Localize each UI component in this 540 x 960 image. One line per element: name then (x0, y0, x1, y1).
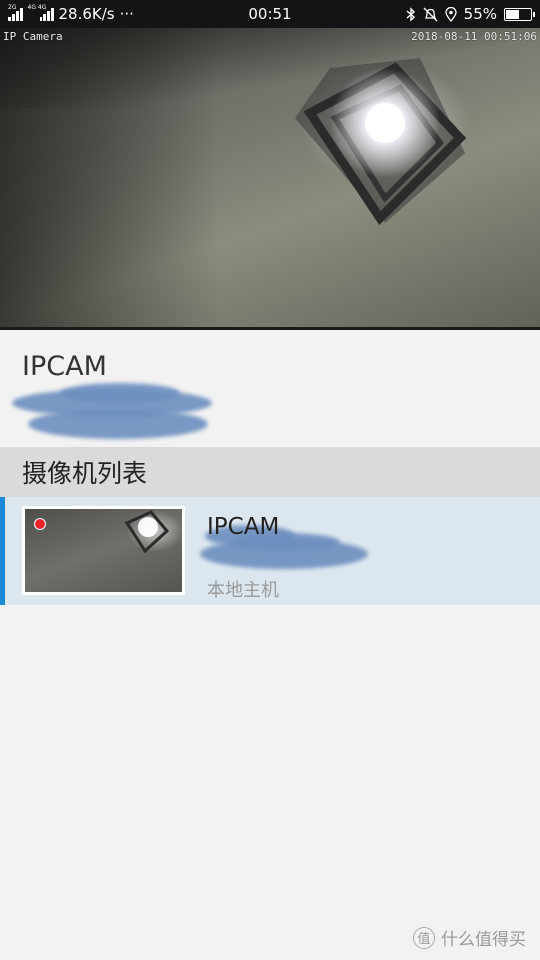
battery-percent: 55% (463, 5, 497, 23)
feed-label: IP Camera (3, 30, 63, 43)
thumbnail-lamp-image (124, 510, 170, 554)
watermark: 值 什么值得买 (413, 925, 526, 950)
battery-fill (506, 9, 520, 19)
bluetooth-icon (406, 6, 415, 22)
status-left: 2G 4G 4G 28.6K/s ··· (8, 4, 134, 23)
signal-2g-icon: 2G (8, 4, 23, 21)
more-indicator: ··· (119, 5, 134, 23)
camera-thumbnail[interactable] (22, 506, 185, 595)
watermark-text: 什么值得买 (441, 930, 526, 950)
battery-icon (504, 7, 535, 21)
signal-4g-icon: 4G 4G (28, 4, 54, 21)
device-info: IPCAM (0, 331, 540, 447)
network-2g-label: 2G (8, 3, 17, 11)
location-icon (445, 6, 457, 22)
bell-off-icon (423, 7, 438, 21)
pendant-lamp-image (295, 58, 467, 226)
device-name: IPCAM (22, 351, 107, 382)
camera-item-host: 本地主机 (207, 580, 279, 601)
status-bar: 2G 4G 4G 28.6K/s ··· 00:51 55% (0, 0, 540, 28)
feed-timestamp: 2018-08-11 00:51:06 (411, 30, 537, 43)
watermark-logo-icon: 值 (413, 926, 435, 949)
status-right: 55% (406, 5, 535, 23)
camera-list-header: 摄像机列表 (0, 447, 540, 497)
network-4g-label: 4G 4G (27, 3, 47, 11)
feed-wall-shadow (0, 28, 220, 327)
camera-item-name: IPCAM (207, 514, 280, 540)
selected-indicator (0, 497, 5, 605)
network-speed: 28.6K/s (58, 5, 115, 23)
camera-feed[interactable]: IP Camera 2018-08-11 00:51:06 (0, 28, 540, 330)
recording-indicator-icon (34, 518, 46, 530)
